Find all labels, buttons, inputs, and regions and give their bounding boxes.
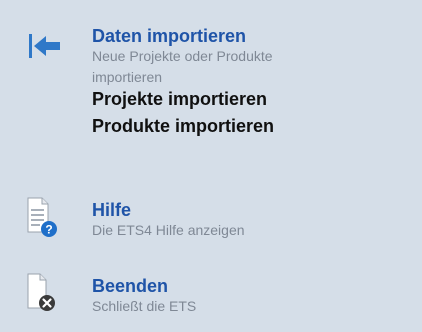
exit-title[interactable]: Beenden bbox=[92, 276, 412, 296]
import-data-entry[interactable]: Daten importieren Neue Projekte oder Pro… bbox=[22, 26, 412, 166]
import-products-item[interactable]: Produkte importieren bbox=[92, 113, 412, 140]
help-entry[interactable]: ? Hilfe Die ETS4 Hilfe anzeigen bbox=[22, 196, 412, 244]
svg-text:?: ? bbox=[45, 223, 52, 237]
help-title[interactable]: Hilfe bbox=[92, 200, 412, 220]
help-description: Die ETS4 Hilfe anzeigen bbox=[92, 222, 245, 238]
help-document-icon: ? bbox=[22, 196, 72, 246]
backstage-menu-panel: Daten importieren Neue Projekte oder Pro… bbox=[0, 0, 422, 332]
close-document-icon bbox=[22, 272, 72, 322]
import-data-title[interactable]: Daten importieren bbox=[92, 26, 412, 46]
import-arrow-icon bbox=[22, 30, 72, 80]
exit-description: Schließt die ETS bbox=[92, 298, 197, 314]
exit-entry[interactable]: Beenden Schließt die ETS bbox=[22, 272, 412, 320]
import-projects-item[interactable]: Projekte importieren bbox=[92, 86, 412, 113]
import-data-description: Neue Projekte oder Produkte importieren bbox=[92, 48, 273, 85]
